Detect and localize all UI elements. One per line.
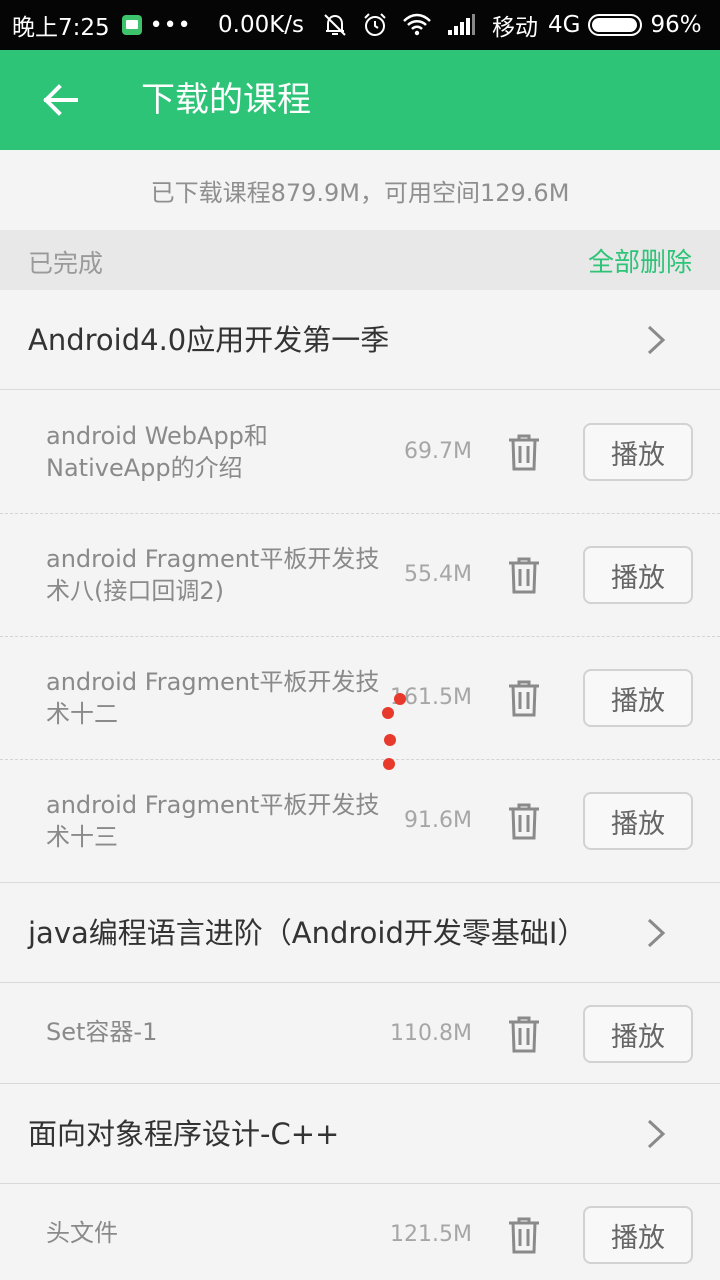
play-button[interactable]: 播放 <box>583 1206 693 1264</box>
section-label: 已完成 <box>28 249 104 278</box>
alarm-icon <box>364 13 386 36</box>
course-title: 面向对象程序设计-C++ <box>28 1117 340 1151</box>
course-row[interactable]: java编程语言进阶（Android开发零基础I） <box>0 883 720 983</box>
status-right: 移动 4G 96% <box>492 0 702 50</box>
mute-bell-icon <box>324 14 346 36</box>
chevron-right-icon <box>647 325 666 355</box>
item-title: 头文件 <box>46 1219 118 1247</box>
play-button[interactable]: 播放 <box>583 792 693 850</box>
storage-info: 已下载课程879.9M，可用空间129.6M <box>0 150 720 230</box>
course-title: Android4.0应用开发第一季 <box>28 323 390 357</box>
list-item: 头文件 121.5M 播放 <box>0 1185 720 1280</box>
wifi-icon <box>403 13 431 36</box>
signal-icon <box>448 14 475 35</box>
chevron-right-icon <box>647 918 666 948</box>
battery-icon <box>588 14 643 36</box>
trash-icon[interactable] <box>504 1215 544 1255</box>
item-title: Set容器-1 <box>46 1018 158 1046</box>
loading-dot <box>394 693 406 705</box>
play-button[interactable]: 播放 <box>583 423 693 481</box>
play-button[interactable]: 播放 <box>583 1005 693 1063</box>
loading-dot <box>383 758 395 770</box>
item-title: android Fragment平板开发技术八(接口回调2) <box>46 545 380 605</box>
status-icons <box>322 0 490 50</box>
item-size: 121.5M <box>390 1222 472 1247</box>
delete-all-button[interactable]: 全部删除 <box>588 242 692 279</box>
page-title: 下载的课程 <box>141 80 311 120</box>
item-title: android WebApp和NativeApp的介绍 <box>46 422 268 482</box>
app-notification-icon <box>121 15 142 35</box>
status-dots: ••• <box>149 12 192 38</box>
battery-percent: 96% <box>650 12 702 38</box>
list-item: android Fragment平板开发技术八(接口回调2) 55.4M 播放 <box>0 514 720 637</box>
list-item: Set容器-1 110.8M 播放 <box>0 984 720 1084</box>
course-title: java编程语言进阶（Android开发零基础I） <box>28 916 587 950</box>
network-speed: 0.00K/s <box>218 12 305 38</box>
course-row[interactable]: 面向对象程序设计-C++ <box>0 1084 720 1184</box>
item-title: android Fragment平板开发技术十三 <box>46 791 380 851</box>
carrier-label: 移动 <box>492 15 538 41</box>
list-item: android Fragment平板开发技术十二 161.5M 播放 <box>0 637 720 760</box>
network-type: 4G <box>548 12 581 38</box>
section-header-completed: 已完成 全部删除 <box>0 230 720 290</box>
status-time: 晚上7:25 <box>12 15 110 41</box>
trash-icon[interactable] <box>504 678 544 718</box>
play-button[interactable]: 播放 <box>583 546 693 604</box>
trash-icon[interactable] <box>504 432 544 472</box>
list-item: android WebApp和NativeApp的介绍 69.7M 播放 <box>0 391 720 514</box>
chevron-right-icon <box>647 1119 666 1149</box>
app-bar: 下载的课程 <box>0 50 720 150</box>
item-size: 110.8M <box>390 1021 472 1046</box>
play-button[interactable]: 播放 <box>583 669 693 727</box>
arrow-left-icon <box>43 84 78 116</box>
item-size: 55.4M <box>404 562 472 587</box>
course-row[interactable]: Android4.0应用开发第一季 <box>0 290 720 390</box>
trash-icon[interactable] <box>504 1014 544 1054</box>
item-size: 69.7M <box>404 439 472 464</box>
loading-dot <box>382 707 394 719</box>
status-bar: 晚上7:25 ••• 0.00K/s 移动 4G 96% <box>0 0 720 50</box>
status-left: 晚上7:25 ••• <box>12 0 192 50</box>
item-title: android Fragment平板开发技术十二 <box>46 668 380 728</box>
loading-dot <box>384 734 396 746</box>
back-button[interactable] <box>32 76 88 124</box>
trash-icon[interactable] <box>504 555 544 595</box>
item-size: 91.6M <box>404 808 472 833</box>
list-item: android Fragment平板开发技术十三 91.6M 播放 <box>0 760 720 883</box>
trash-icon[interactable] <box>504 801 544 841</box>
